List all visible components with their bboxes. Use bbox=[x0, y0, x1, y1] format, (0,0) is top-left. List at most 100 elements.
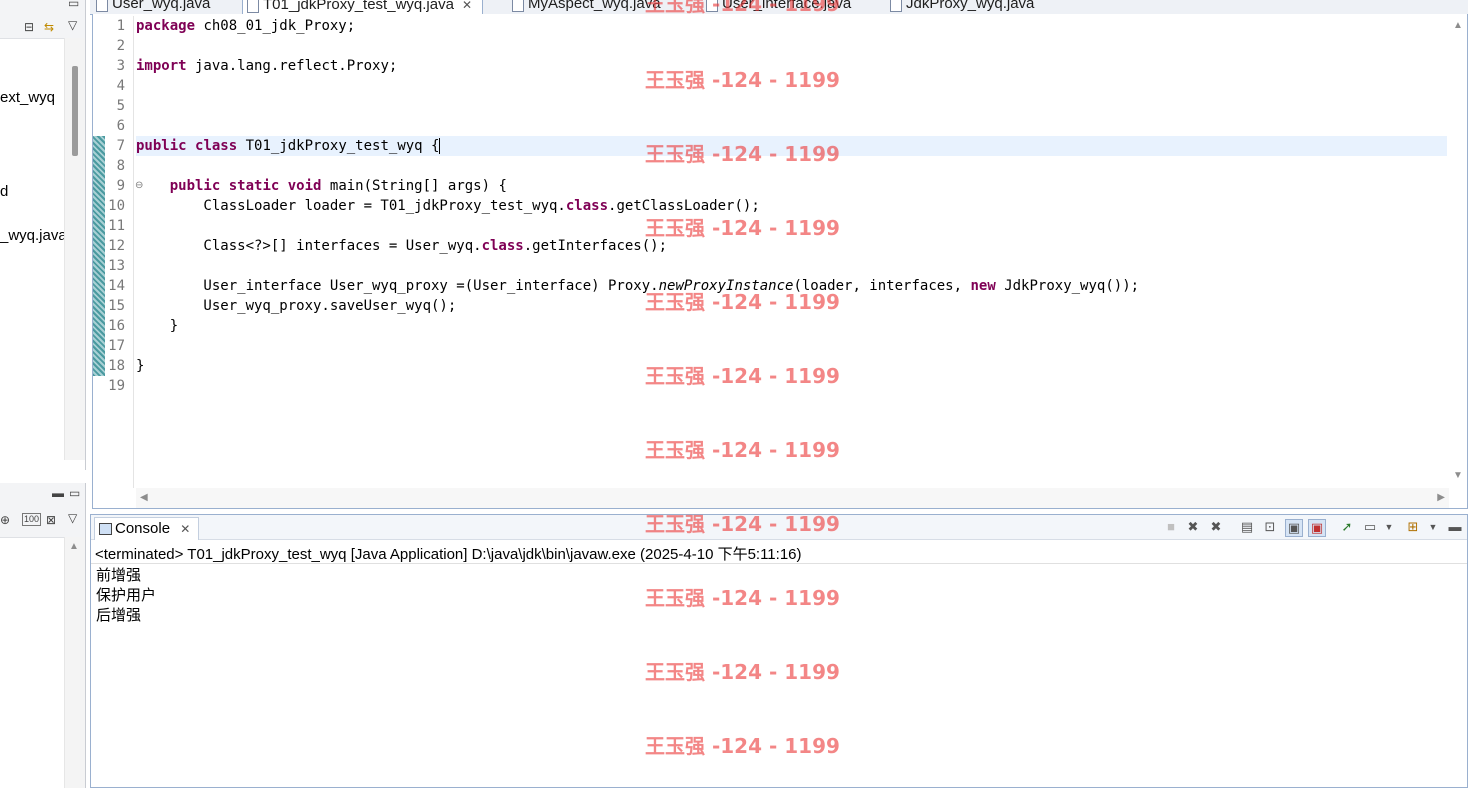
outline-toolbar: ▬ ▭ ⊕ 100 ⊠ ▽ bbox=[0, 483, 85, 538]
code-line[interactable]: package ch08_01_jdk_Proxy; bbox=[136, 16, 355, 36]
line-number: 10 bbox=[108, 198, 125, 214]
line-number: 16 bbox=[108, 318, 125, 334]
tab-user-interface[interactable]: User_interface.java bbox=[702, 0, 851, 14]
line-number: 1 bbox=[116, 18, 125, 34]
line-number-ruler: 1 2 3 4 5 6 7 8 9 10 11 12 13 14 15 16 17 18 19 ⊖ bbox=[105, 16, 143, 488]
scroll-thumb[interactable] bbox=[72, 66, 78, 156]
collapse-all-icon[interactable]: ⊟ bbox=[24, 20, 34, 34]
tab-label: T01_jdkProxy_test_wyq.java bbox=[263, 0, 454, 13]
line-number: 11 bbox=[108, 218, 125, 234]
console-view: Console ✕ ■ ✖ ✖ ▤ ⊡ ▣ ▣ ➚ ▭ ▼ ⊞ ▼ ▬ <ter… bbox=[90, 514, 1468, 788]
link-with-editor-icon[interactable]: ⇆ bbox=[44, 20, 54, 34]
outline-scrollbar[interactable]: ▲ bbox=[64, 537, 85, 788]
tree-item[interactable]: ext_wyq bbox=[0, 89, 55, 106]
code-line[interactable]: import java.lang.reflect.Proxy; bbox=[136, 56, 397, 76]
scroll-up-icon[interactable]: ▲ bbox=[69, 541, 79, 552]
close-icon[interactable]: ✕ bbox=[180, 522, 190, 536]
view-menu-chevron-icon[interactable]: ▽ bbox=[68, 18, 77, 32]
code-editor[interactable]: 1 2 3 4 5 6 7 8 9 10 11 12 13 14 15 16 17 18 19 ⊖ package c… bbox=[92, 14, 1468, 509]
minimize-icon[interactable]: ▬ bbox=[52, 486, 64, 500]
console-status-line: <terminated> T01_jdkProxy_test_wyq [Java… bbox=[95, 546, 802, 563]
tab-label: User_wyq.java bbox=[112, 0, 211, 12]
console-output-line[interactable]: 前增强 bbox=[96, 564, 141, 585]
editor-horizontal-scrollbar[interactable]: ◀ ▶ bbox=[136, 488, 1449, 508]
java-file-icon bbox=[890, 0, 902, 12]
java-file-icon bbox=[96, 0, 108, 12]
fit-icon[interactable]: ⊠ bbox=[46, 513, 56, 527]
tab-myaspect-wyq[interactable]: MyAspect_wyq.java bbox=[508, 0, 661, 14]
line-number: 9 bbox=[116, 178, 125, 194]
open-console-icon[interactable]: ⊞ bbox=[1405, 519, 1421, 535]
editor-tab-bar: User_wyq.java T01_jdkProxy_test_wyq.java… bbox=[90, 0, 1468, 15]
change-marker-ruler bbox=[93, 136, 105, 376]
line-number: 2 bbox=[116, 38, 125, 54]
pin-console-icon[interactable]: ➚ bbox=[1339, 519, 1355, 535]
explorer-scrollbar[interactable] bbox=[64, 38, 85, 460]
code-line[interactable]: } bbox=[136, 316, 178, 336]
console-icon bbox=[99, 523, 112, 535]
tab-console[interactable]: Console ✕ bbox=[94, 517, 200, 540]
scroll-left-icon[interactable]: ◀ bbox=[140, 492, 148, 503]
code-line[interactable]: User_interface User_wyq_proxy =(User_int… bbox=[136, 276, 1139, 296]
scale-100-icon[interactable]: 100 bbox=[22, 513, 42, 526]
close-icon[interactable]: ✕ bbox=[462, 0, 472, 12]
remove-all-terminated-icon[interactable]: ✖ bbox=[1208, 519, 1224, 535]
maximize-icon[interactable]: ▭ bbox=[69, 486, 80, 500]
package-explorer-toolbar: ▭ ⊟ ⇆ ▽ bbox=[0, 0, 85, 39]
view-menu-chevron-icon[interactable]: ▽ bbox=[68, 511, 77, 525]
package-explorer-panel: ▭ ⊟ ⇆ ▽ ext_wyq d _wyq.java bbox=[0, 0, 86, 470]
chevron-down-icon[interactable]: ▼ bbox=[1381, 519, 1397, 535]
line-number: 14 bbox=[108, 278, 125, 294]
zoom-icon[interactable]: ⊕ bbox=[0, 513, 10, 527]
code-line[interactable]: User_wyq_proxy.saveUser_wyq(); bbox=[136, 296, 456, 316]
console-output-line[interactable]: 保护用户 bbox=[96, 584, 156, 605]
code-line[interactable]: public class T01_jdkProxy_test_wyq { bbox=[136, 136, 441, 156]
display-selected-console-icon[interactable]: ▭ bbox=[1362, 519, 1378, 535]
clear-console-icon[interactable]: ▤ bbox=[1239, 519, 1255, 535]
tree-item[interactable]: d bbox=[0, 183, 8, 200]
terminate-icon[interactable]: ■ bbox=[1163, 519, 1179, 535]
scroll-right-icon[interactable]: ▶ bbox=[1437, 492, 1445, 503]
line-number: 7 bbox=[116, 138, 125, 154]
line-number: 6 bbox=[116, 118, 125, 134]
tab-user-wyq[interactable]: User_wyq.java bbox=[92, 0, 210, 14]
chevron-down-icon[interactable]: ▼ bbox=[1425, 519, 1441, 535]
console-header: Console ✕ ■ ✖ ✖ ▤ ⊡ ▣ ▣ ➚ ▭ ▼ ⊞ ▼ ▬ bbox=[91, 515, 1467, 540]
outline-panel: ▬ ▭ ⊕ 100 ⊠ ▽ ▲ bbox=[0, 483, 86, 788]
line-number: 4 bbox=[116, 78, 125, 94]
show-on-stdout-icon[interactable]: ▣ bbox=[1285, 519, 1303, 537]
tab-label: JdkProxy_wyq.java bbox=[906, 0, 1035, 12]
line-number: 12 bbox=[108, 238, 125, 254]
java-file-icon bbox=[512, 0, 524, 12]
code-line[interactable]: ClassLoader loader = T01_jdkProxy_test_w… bbox=[136, 196, 759, 216]
line-number: 3 bbox=[116, 58, 125, 74]
code-line[interactable]: public static void main(String[] args) { bbox=[136, 176, 507, 196]
scroll-up-icon[interactable]: ▲ bbox=[1453, 20, 1463, 31]
line-number: 19 bbox=[108, 378, 125, 394]
line-number: 13 bbox=[108, 258, 125, 274]
maximize-icon[interactable]: ▭ bbox=[68, 0, 79, 10]
console-output-line[interactable]: 后增强 bbox=[96, 604, 141, 625]
remove-launch-icon[interactable]: ✖ bbox=[1185, 519, 1201, 535]
line-number: 17 bbox=[108, 338, 125, 354]
minimize-icon[interactable]: ▬ bbox=[1447, 519, 1463, 535]
divider bbox=[91, 563, 1467, 564]
editor-vertical-scrollbar[interactable]: ▲ ▼ bbox=[1449, 14, 1467, 486]
tab-t01-jdkproxy-test[interactable]: T01_jdkProxy_test_wyq.java ✕ bbox=[242, 0, 483, 15]
console-tab-label: Console bbox=[115, 520, 171, 537]
tab-label: MyAspect_wyq.java bbox=[528, 0, 661, 12]
scroll-down-icon[interactable]: ▼ bbox=[1453, 470, 1463, 481]
show-on-stderr-icon[interactable]: ▣ bbox=[1308, 519, 1326, 537]
scroll-lock-icon[interactable]: ⊡ bbox=[1262, 519, 1278, 535]
tree-item[interactable]: _wyq.java bbox=[0, 227, 67, 244]
java-file-icon bbox=[706, 0, 718, 12]
line-number: 8 bbox=[116, 158, 125, 174]
tab-jdkproxy-wyq[interactable]: JdkProxy_wyq.java bbox=[886, 0, 1034, 14]
java-file-icon bbox=[247, 0, 259, 13]
line-number: 5 bbox=[116, 98, 125, 114]
code-line[interactable]: Class<?>[] interfaces = User_wyq.class.g… bbox=[136, 236, 667, 256]
text-caret bbox=[439, 138, 441, 154]
line-number: 18 bbox=[108, 358, 125, 374]
tab-label: User_interface.java bbox=[722, 0, 852, 12]
code-line[interactable]: } bbox=[136, 356, 144, 376]
